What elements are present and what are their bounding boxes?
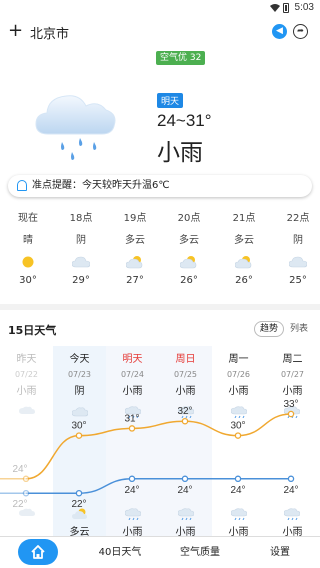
low-temp-label: 24° [230, 485, 245, 496]
low-temp-point [22, 489, 30, 497]
hour-item: 21点 多云 26° [218, 212, 270, 288]
hour-temp: 27° [126, 275, 144, 286]
high-temp-label: 30° [230, 421, 245, 432]
city-name[interactable]: 北京市 [30, 23, 69, 42]
sun-icon [2, 254, 54, 270]
hour-item: 20点 多云 26° [163, 212, 215, 288]
hour-time: 22点 [286, 213, 310, 224]
hour-time: 现在 [18, 213, 38, 224]
high-temp-point [287, 410, 295, 418]
temperature-trend-chart: 24° 30° 31° 32° 30° 33° 22° 22° 24° 24° 24° 24° [0, 399, 299, 510]
forecast-title: 15日天气 [8, 324, 57, 337]
view-toggle[interactable]: 趋势 列表 [254, 321, 310, 337]
hour-time: 19点 [123, 213, 147, 224]
hour-condition: 多云 [234, 235, 254, 246]
hour-temp: 29° [72, 275, 90, 286]
low-temp-point [181, 475, 189, 483]
hour-temp: 30° [19, 275, 37, 286]
low-temp-point [234, 475, 242, 483]
status-time: 5:03 [294, 2, 314, 13]
list-tab[interactable]: 列表 [288, 321, 310, 337]
low-temp-line [25, 478, 291, 494]
cloud-rain-icon [35, 95, 116, 160]
hour-condition: 晴 [23, 235, 33, 246]
low-temp-label: 24° [177, 485, 192, 496]
weather-app-screen: 5:03 + 北京市 ◀ ➦ 空气优 32 明天 24~31° 小雨 准点提醒：… [0, 0, 320, 568]
aqi-badge[interactable]: 空气优 32 [156, 51, 206, 65]
low-temp-point [75, 489, 83, 497]
plus-icon[interactable]: + [8, 22, 23, 40]
section-divider [0, 304, 320, 310]
high-temp-point [128, 425, 136, 432]
partly-cloudy-icon [163, 254, 215, 270]
hour-temp: 26° [180, 275, 198, 286]
low-temp-label: 24° [124, 485, 139, 496]
low-temp-point [287, 475, 295, 483]
alert-text: 准点提醒：今天较昨天升温6℃ [32, 180, 170, 191]
hour-condition: 阴 [293, 235, 303, 246]
hour-condition: 阴 [76, 235, 86, 246]
high-temp-label: 30° [71, 421, 86, 432]
temperature-range: 24~31° [157, 111, 212, 130]
hour-time: 21点 [232, 213, 256, 224]
top-bar: + 北京市 ◀ ➦ [0, 18, 320, 46]
share-icon[interactable]: ➦ [293, 24, 308, 39]
partly-cloudy-icon [218, 254, 270, 270]
tab-settings[interactable]: 设置 [240, 537, 320, 568]
hour-item: 现在 晴 30° [2, 212, 54, 288]
high-temp-label: 33° [283, 399, 298, 410]
hour-temp: 26° [235, 275, 253, 286]
hour-time: 18点 [69, 213, 93, 224]
tab-40-day[interactable]: 40日天气 [80, 537, 160, 568]
hour-item: 19点 多云 27° [109, 212, 161, 288]
low-temp-label: 24° [283, 485, 298, 496]
high-temp-label: 24° [12, 464, 27, 475]
hour-time: 20点 [177, 213, 201, 224]
cloud-icon [272, 254, 320, 270]
bell-icon [17, 180, 27, 191]
battery-icon [283, 3, 289, 13]
high-temp-label: 32° [177, 406, 192, 417]
high-temp-point [181, 417, 189, 425]
partly-cloudy-icon [109, 254, 161, 270]
low-temp-label: 22° [71, 499, 86, 510]
hourly-forecast[interactable]: 现在 晴 30° 18点 阴 29° 19点 多云 27° 20点 多云 26°… [0, 212, 320, 292]
high-temp-label: 31° [124, 413, 139, 424]
trend-tab[interactable]: 趋势 [254, 321, 284, 337]
hour-condition: 多云 [125, 235, 145, 246]
hour-item: 22点 阴 25° [272, 212, 320, 288]
hour-item: 18点 阴 29° [55, 212, 107, 288]
alert-banner[interactable]: 准点提醒：今天较昨天升温6℃ [8, 175, 312, 197]
high-temp-line [25, 413, 292, 480]
weather-condition: 小雨 [157, 140, 203, 166]
tab-air-quality[interactable]: 空气质量 [160, 537, 240, 568]
low-temp-point [128, 475, 136, 483]
speaker-icon[interactable]: ◀ [272, 24, 287, 39]
status-bar: 5:03 [0, 0, 320, 16]
high-temp-point [234, 432, 242, 439]
wifi-icon [270, 4, 280, 12]
high-temp-point [75, 432, 83, 439]
cloud-icon [55, 254, 107, 270]
high-temp-point [22, 475, 30, 483]
hour-temp: 25° [289, 275, 307, 286]
hour-condition: 多云 [179, 235, 199, 246]
tomorrow-badge[interactable]: 明天 [157, 93, 184, 108]
home-icon [31, 545, 45, 559]
low-temp-label: 22° [12, 499, 27, 510]
